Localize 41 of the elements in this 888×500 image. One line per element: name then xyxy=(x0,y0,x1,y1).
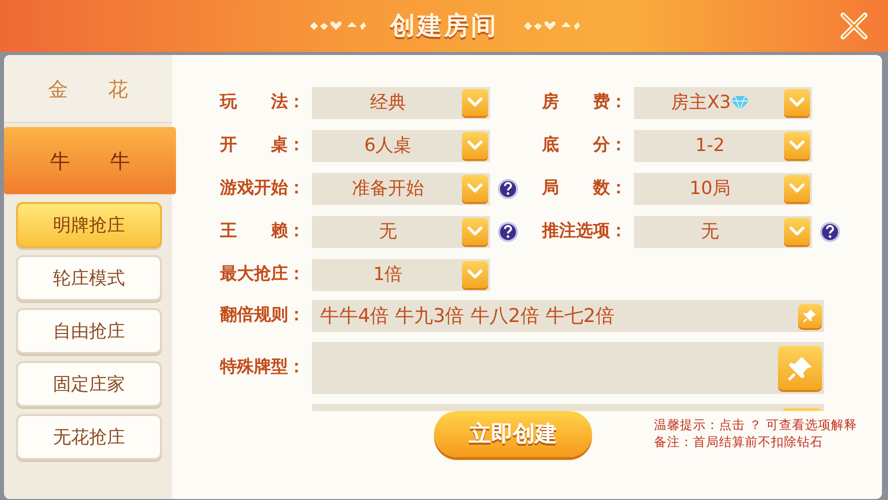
text-field[interactable] xyxy=(312,342,824,394)
mode-button[interactable]: 无花抢庄 xyxy=(16,414,162,460)
dropdown-field[interactable]: 准备开始 xyxy=(312,172,490,204)
field-label: 推注选项： xyxy=(542,220,628,243)
field-label: 玩 法： xyxy=(220,90,306,114)
dropdown-field[interactable]: 1-2 xyxy=(634,130,812,162)
close-icon[interactable] xyxy=(838,10,870,42)
pin-icon[interactable] xyxy=(798,304,822,328)
window-title: 创建房间 xyxy=(390,10,498,42)
mode-button[interactable]: 自由抢庄 xyxy=(16,308,162,354)
mode-button[interactable]: 明牌抢庄 xyxy=(16,202,162,248)
dropdown-field[interactable]: 10局 xyxy=(634,172,812,204)
field-label: 底 分： xyxy=(542,134,628,157)
mode-button[interactable]: 轮庄模式 xyxy=(16,255,162,301)
field-label: 开 桌： xyxy=(220,134,306,157)
suit-ornament-icon xyxy=(308,20,366,32)
hint-text: 温馨提示：点击 ？ 可查看选项解释 xyxy=(654,417,857,434)
category-tab[interactable]: 金花 xyxy=(4,55,172,123)
text-field[interactable]: 牛牛4倍 牛九3倍 牛八2倍 牛七2倍 xyxy=(312,300,824,332)
suit-ornament-icon xyxy=(522,20,580,32)
dropdown-field[interactable]: 无 xyxy=(312,216,490,248)
field-label: 王 赖： xyxy=(220,220,306,243)
field-label: 翻倍规则： xyxy=(220,304,306,328)
diamond-icon xyxy=(730,94,749,110)
field-label: 特殊牌型： xyxy=(220,356,306,380)
dropdown-field[interactable]: 经典 xyxy=(312,86,490,118)
help-icon[interactable] xyxy=(498,178,518,198)
field-label: 最大抢庄： xyxy=(220,262,306,286)
hint-text: 备注：首局结算前不扣除钻石 xyxy=(654,434,824,451)
dropdown-field[interactable]: 房主X3 xyxy=(634,86,812,118)
help-icon[interactable] xyxy=(820,222,840,242)
dropdown-field[interactable]: 6人桌 xyxy=(312,130,490,162)
category-tab[interactable]: 牛牛 xyxy=(4,127,176,195)
dropdown-field[interactable]: 1倍 xyxy=(312,258,490,290)
field-label: 房 费： xyxy=(542,90,628,114)
field-label: 游戏开始： xyxy=(220,176,306,200)
dropdown-field[interactable]: 无 xyxy=(634,216,812,248)
help-icon[interactable] xyxy=(498,222,518,242)
field-label: 局 数： xyxy=(542,176,628,200)
mode-button[interactable]: 固定庄家 xyxy=(16,361,162,407)
pin-icon[interactable] xyxy=(778,346,822,390)
